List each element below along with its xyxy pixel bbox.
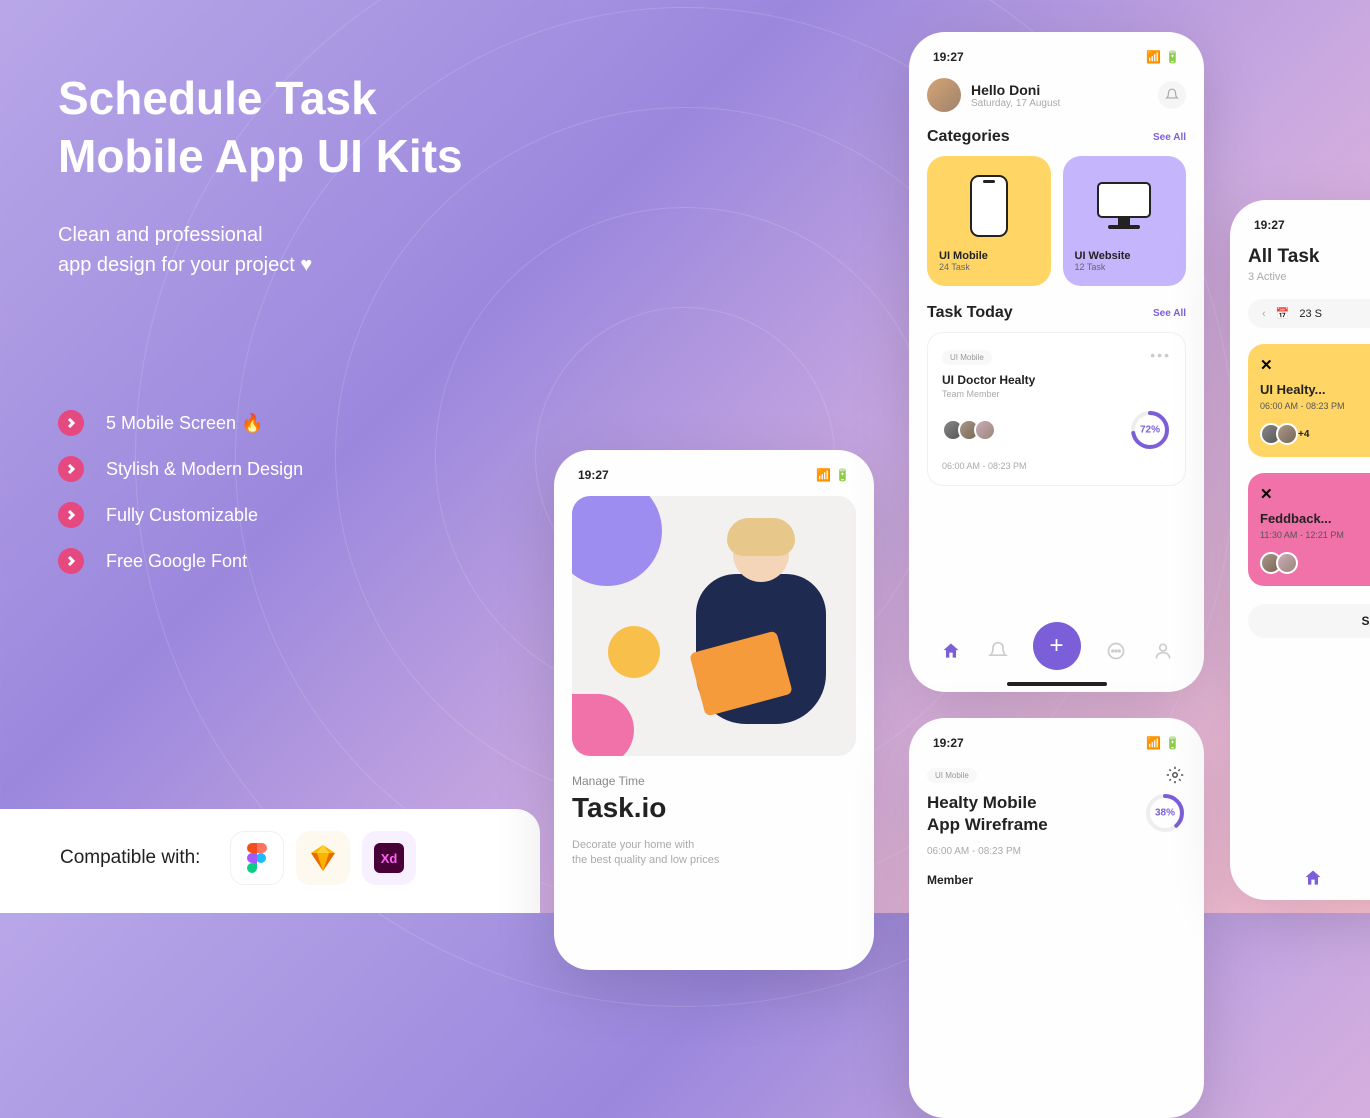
hero-title: Schedule Task Mobile App UI Kits	[58, 70, 463, 185]
status-time: 19:27	[933, 736, 964, 750]
screen-splash: 19:27 📶🔋 Manage Time Task.io Decorate you…	[554, 450, 874, 970]
nav-bell-icon[interactable]	[986, 639, 1010, 663]
screen-detail: 19:27 📶🔋 UI Mobile Healty MobileApp Wiref…	[909, 718, 1204, 1118]
xd-icon: Xd	[362, 831, 416, 885]
svg-text:Xd: Xd	[381, 851, 398, 866]
mini-task-time: 11:30 AM - 12:21 PM	[1260, 530, 1370, 540]
feature-item: Fully Customizable	[106, 505, 258, 526]
hero-subtitle: Clean and professional app design for yo…	[58, 220, 463, 280]
features-list: 5 Mobile Screen 🔥 Stylish & Modern Desig…	[58, 410, 303, 594]
task-card[interactable]: UI Mobile ••• UI Doctor Healty Team Membe…	[927, 332, 1186, 486]
progress-ring: 72%	[1129, 409, 1171, 451]
compatible-bar: Compatible with: Xd	[0, 809, 540, 913]
feature-item: Stylish & Modern Design	[106, 459, 303, 480]
screen-home: 19:27 📶🔋 Hello Doni Saturday, 17 August C…	[909, 32, 1204, 692]
mini-members	[1260, 552, 1370, 574]
mini-task-time: 06:00 AM - 08:23 PM	[1260, 401, 1370, 411]
feature-item: 5 Mobile Screen 🔥	[106, 413, 263, 434]
task-name: UI Doctor Healty	[942, 373, 1171, 387]
screen-alltask: 19:27 All Task 3 Active ‹ 📅 23 S ✕ UI He…	[1230, 200, 1370, 900]
show-button[interactable]: Show	[1248, 604, 1370, 638]
category-card[interactable]: UI Mobile 24 Task	[927, 156, 1051, 286]
bottom-nav: +	[927, 632, 1186, 670]
progress-ring: 38%	[1144, 792, 1186, 834]
see-all-link[interactable]: See All	[1153, 132, 1186, 143]
task-badge: UI Mobile	[942, 350, 992, 365]
compatible-label: Compatible with:	[60, 847, 200, 869]
category-name: UI Mobile	[939, 250, 1039, 262]
figma-icon	[230, 831, 284, 885]
mini-task-title: UI Healty...	[1260, 382, 1370, 397]
status-time: 19:27	[1254, 218, 1285, 232]
home-indicator	[1007, 682, 1107, 686]
gear-icon[interactable]	[1164, 764, 1186, 786]
mini-members: +4	[1260, 423, 1370, 445]
status-icons: 📶🔋	[1146, 736, 1180, 750]
chevron-right-icon	[58, 410, 84, 436]
task-sub: Team Member	[942, 389, 1171, 399]
nav-profile-icon[interactable]	[1151, 639, 1175, 663]
see-all-link[interactable]: See All	[1153, 308, 1186, 319]
alltask-active: 3 Active	[1248, 271, 1370, 283]
team-members	[942, 419, 990, 441]
detail-badge: UI Mobile	[927, 768, 977, 783]
category-count: 24 Task	[939, 262, 1039, 272]
mini-task-title: Feddback...	[1260, 511, 1370, 526]
category-count: 12 Task	[1075, 262, 1175, 272]
detail-time: 06:00 AM - 08:23 PM	[927, 846, 1186, 857]
member-label: Member	[927, 873, 1186, 887]
category-name: UI Website	[1075, 250, 1175, 262]
feature-item: Free Google Font	[106, 551, 247, 572]
sketch-icon	[296, 831, 350, 885]
chevron-right-icon	[58, 502, 84, 528]
hero-section: Schedule Task Mobile App UI Kits Clean a…	[58, 70, 463, 280]
nav-home-icon[interactable]	[1301, 866, 1325, 890]
close-icon[interactable]: ✕	[1260, 485, 1370, 503]
fab-add-button[interactable]: +	[1033, 622, 1081, 670]
greeting-date: Saturday, 17 August	[971, 98, 1148, 109]
chevron-left-icon[interactable]: ‹	[1262, 308, 1266, 320]
calendar-icon: 📅	[1276, 307, 1290, 320]
manage-label: Manage Time	[572, 774, 856, 788]
chevron-right-icon	[58, 456, 84, 482]
status-icons: 📶🔋	[816, 468, 850, 482]
avatar[interactable]	[927, 78, 961, 112]
alltask-title: All Task	[1248, 246, 1370, 268]
bottom-nav	[1248, 866, 1370, 890]
date-picker[interactable]: ‹ 📅 23 S	[1248, 299, 1370, 328]
status-time: 19:27	[578, 468, 609, 482]
task-mini-card[interactable]: ✕ Feddback... 11:30 AM - 12:21 PM	[1248, 473, 1370, 586]
detail-title: Healty MobileApp Wireframe	[927, 792, 1144, 836]
task-today-title: Task Today	[927, 304, 1013, 322]
categories-title: Categories	[927, 128, 1010, 146]
hero-illustration	[572, 496, 856, 756]
nav-home-icon[interactable]	[939, 639, 963, 663]
brand-desc: Decorate your home withthe best quality …	[572, 838, 856, 869]
bell-icon[interactable]	[1158, 81, 1186, 109]
more-icon[interactable]: •••	[1150, 347, 1171, 363]
status-time: 19:27	[933, 50, 964, 64]
nav-chat-icon[interactable]	[1104, 639, 1128, 663]
status-icons: 📶🔋	[1146, 50, 1180, 64]
task-time: 06:00 AM - 08:23 PM	[942, 461, 1171, 471]
date-label: 23 S	[1299, 308, 1322, 320]
category-card[interactable]: UI Website 12 Task	[1063, 156, 1187, 286]
brand-name: Task.io	[572, 792, 856, 824]
task-mini-card[interactable]: ✕ UI Healty... 06:00 AM - 08:23 PM +4	[1248, 344, 1370, 457]
greeting-name: Hello Doni	[971, 82, 1148, 98]
close-icon[interactable]: ✕	[1260, 356, 1370, 374]
chevron-right-icon	[58, 548, 84, 574]
